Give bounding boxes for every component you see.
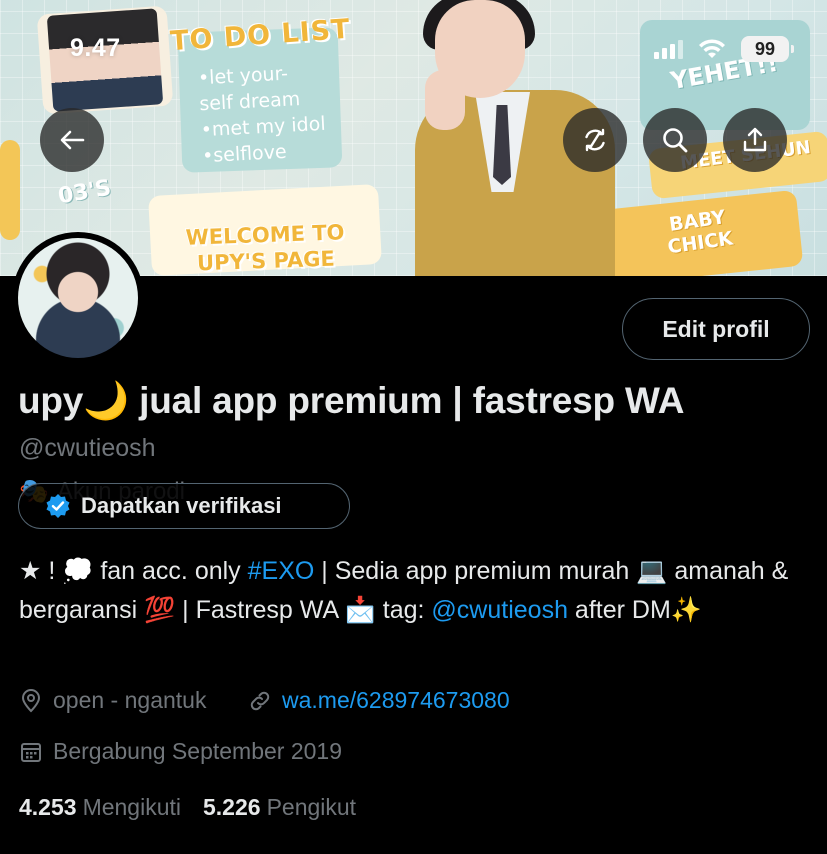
user-handle: @cwutieosh xyxy=(19,434,156,462)
get-verified-label: Dapatkan verifikasi xyxy=(81,493,282,518)
search-button[interactable] xyxy=(643,108,707,172)
profile-website[interactable]: wa.me/628974673080 xyxy=(248,687,510,714)
calendar-icon xyxy=(21,742,41,762)
cellular-signal-icon xyxy=(654,39,683,59)
share-icon xyxy=(743,127,767,152)
location-pin-icon xyxy=(21,688,41,712)
banner-welcome-line: UPY'S PAGE xyxy=(196,246,336,276)
link-icon xyxy=(250,691,270,710)
avatar-image xyxy=(18,238,138,358)
profile-joined: Bergabung September 2019 xyxy=(19,738,342,765)
profile-avatar[interactable] xyxy=(12,232,144,364)
banner-todo-list: •let your- self dream •met my idol •self… xyxy=(197,59,327,169)
get-verified-button[interactable]: Dapatkan verifikasi xyxy=(18,483,350,529)
hashtag-link[interactable]: #EXO xyxy=(248,557,315,585)
follow-stats: 4.253 Mengikuti 5.226 Pengikut xyxy=(19,794,356,821)
joined-text: Bergabung September 2019 xyxy=(53,738,342,764)
website-link[interactable]: wa.me/628974673080 xyxy=(282,687,510,714)
followers-label: Pengikut xyxy=(266,794,357,820)
search-icon xyxy=(663,128,688,153)
bio-text: ★ ! 💭 fan acc. only xyxy=(19,557,248,585)
bio-text: after DM✨ xyxy=(567,596,702,624)
banner-baby: BABY CHICK xyxy=(663,206,734,258)
display-name: upy🌙 jual app premium | fastresp WA xyxy=(18,380,685,421)
status-icons: 99 xyxy=(654,36,794,62)
followers-count: 5.226 xyxy=(203,794,261,820)
following-link[interactable]: 4.253 Mengikuti xyxy=(19,794,181,821)
verified-badge-icon xyxy=(46,494,70,518)
battery-indicator: 99 xyxy=(741,36,794,62)
profile-bio: ★ ! 💭 fan acc. only #EXO | Sedia app pre… xyxy=(19,552,809,630)
followers-link[interactable]: 5.226 Pengikut xyxy=(203,794,356,821)
banner-welcome: WELCOME TO UPY'S PAGE xyxy=(185,219,346,276)
profile-location: open - ngantuk xyxy=(19,687,206,714)
following-count: 4.253 xyxy=(19,794,77,820)
location-text: open - ngantuk xyxy=(53,687,207,713)
banner-decor xyxy=(0,140,20,240)
back-arrow-icon xyxy=(60,130,85,150)
wifi-icon xyxy=(699,39,725,58)
banner-03s: 03'S xyxy=(56,175,113,210)
refresh-icon xyxy=(585,128,605,152)
status-time: 9.47 xyxy=(70,34,121,62)
mention-link[interactable]: @cwutieosh xyxy=(431,596,568,624)
following-label: Mengikuti xyxy=(82,794,181,820)
share-button[interactable] xyxy=(723,108,787,172)
edit-profile-button[interactable]: Edit profil xyxy=(622,298,810,360)
back-button[interactable] xyxy=(40,108,104,172)
refresh-button[interactable] xyxy=(563,108,627,172)
